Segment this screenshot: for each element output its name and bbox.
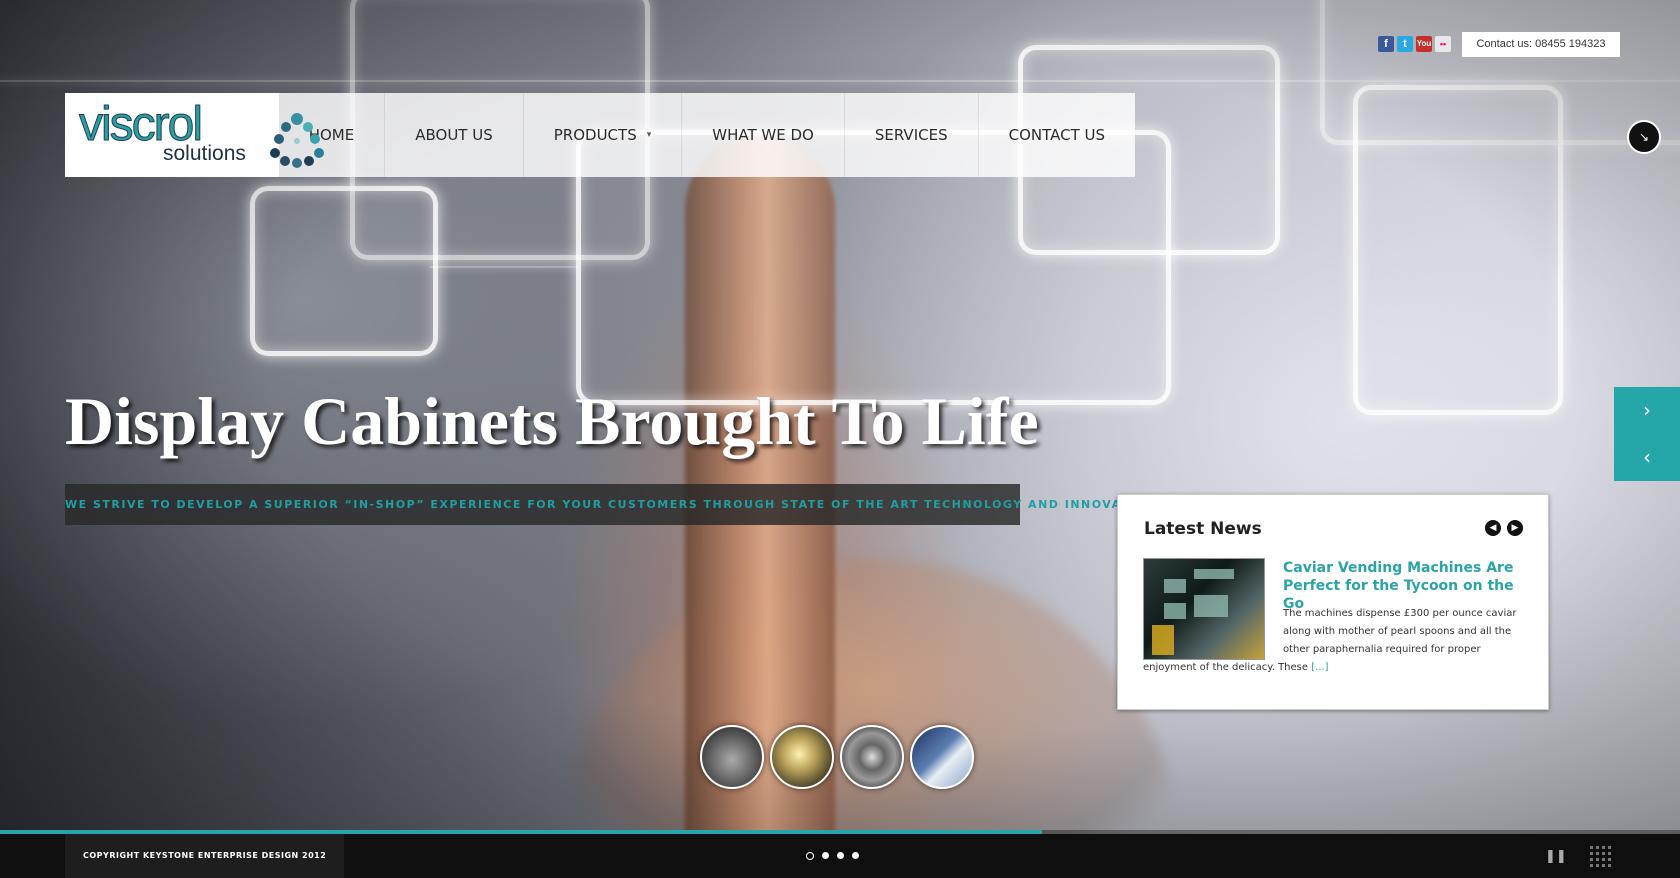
nav-what-we-do[interactable]: WHAT WE DO [682,93,845,177]
pause-icon[interactable]: ❚❚ [1545,849,1567,864]
chevron-down-icon: ▾ [646,130,652,140]
logo-bubbles-icon [270,113,324,168]
hero-title: Display Cabinets Brought To Life [65,383,1039,459]
nav-services[interactable]: SERVICES [845,93,979,177]
prev-slide-button[interactable]: ‹ [1614,434,1680,481]
slide-thumbnail[interactable] [840,725,904,789]
contact-phone[interactable]: Contact us: 08455 194323 [1462,32,1620,57]
slide-thumbnail[interactable] [700,725,764,789]
slide-bullet[interactable] [837,852,844,859]
nav-products-label: PRODUCTS [553,126,637,144]
news-nav: ◀ ▶ [1485,520,1523,536]
grid-icon[interactable] [1590,846,1611,867]
logo[interactable]: viscrol solutions [65,93,324,177]
main-nav: HOME ABOUT US PRODUCTS ▾ WHAT WE DO SERVI… [279,93,1135,177]
slide-thumbnail[interactable] [910,725,974,789]
youtube-icon[interactable]: You [1416,36,1432,52]
news-prev-button[interactable]: ◀ [1485,520,1501,536]
hero-subtitle: WE STRIVE TO DEVELOP A SUPERIOR “IN-SHOP… [65,484,1161,525]
logo-subtitle: solutions [163,142,246,165]
slide-bullets [806,852,859,860]
flickr-icon[interactable]: •• [1435,36,1451,52]
slide-thumbnails [700,725,974,789]
social-links: f t You •• [1378,36,1451,52]
nav-products[interactable]: PRODUCTS ▾ [524,93,683,177]
news-next-button[interactable]: ▶ [1507,520,1523,536]
twitter-icon[interactable]: t [1397,36,1413,52]
slide-arrows: › ‹ [1614,387,1680,481]
read-more-link[interactable]: [...] [1311,662,1328,673]
nav-contact-us-label: CONTACT US [1008,126,1105,144]
site-header: viscrol solutions HOME ABOUT US PRODUCTS… [65,93,1135,177]
slide-bullet[interactable] [806,852,814,860]
slide-bullet[interactable] [852,852,859,859]
slide-thumbnail[interactable] [770,725,834,789]
nav-services-label: SERVICES [874,126,948,144]
facebook-icon[interactable]: f [1378,36,1394,52]
news-excerpt: The machines dispense £300 per ounce cav… [1143,605,1533,677]
latest-news-widget: Latest News ◀ ▶ Caviar Vending Machines … [1117,494,1549,710]
nav-what-we-do-label: WHAT WE DO [712,126,814,144]
next-slide-button[interactable]: › [1614,387,1680,434]
copyright-text: COPYRIGHT KEYSTONE ENTERPRISE DESIGN 201… [65,834,345,878]
fullscreen-icon[interactable]: ↘ [1627,120,1661,154]
footer: COPYRIGHT KEYSTONE ENTERPRISE DESIGN 201… [0,834,1680,878]
nav-about-us-label: ABOUT US [415,126,493,144]
nav-contact-us[interactable]: CONTACT US [979,93,1135,177]
news-title: Latest News [1144,519,1262,539]
nav-about-us[interactable]: ABOUT US [385,93,524,177]
slide-bullet[interactable] [822,852,829,859]
